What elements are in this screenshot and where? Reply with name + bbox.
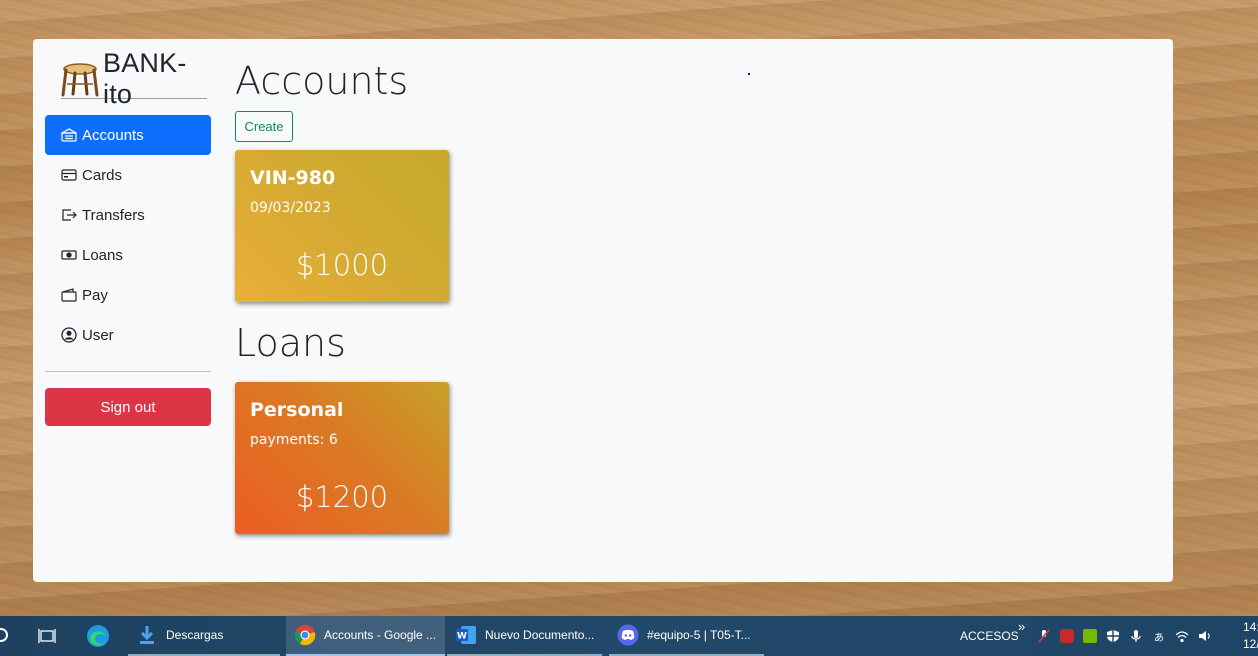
- taskbar-app-word[interactable]: W Nuevo Documento...: [447, 616, 602, 656]
- taskbar-app-label: Descargas: [166, 628, 224, 642]
- credit-card-icon: [60, 166, 78, 184]
- security-shield-icon[interactable]: [1106, 629, 1120, 643]
- system-tray: あ: [1037, 616, 1221, 656]
- sidebar-item-label: Pay: [82, 286, 108, 304]
- sidebar-item-label: User: [82, 326, 114, 344]
- word-icon: W: [455, 624, 477, 646]
- loan-name: Personal: [250, 399, 344, 421]
- language-icon[interactable]: あ: [1152, 629, 1166, 644]
- taskbar-app-descargas[interactable]: Descargas: [128, 616, 280, 656]
- wifi-icon[interactable]: [1175, 629, 1189, 643]
- taskbar-app-discord[interactable]: #equipo-5 | T05-T...: [609, 616, 764, 656]
- sidebar-item-cards[interactable]: Cards: [45, 155, 211, 195]
- svg-text:W: W: [457, 632, 467, 642]
- discord-icon: [617, 624, 639, 646]
- chrome-icon: [294, 624, 316, 646]
- bank-icon: [60, 126, 78, 144]
- taskbar-app-label: #equipo-5 | T05-T...: [647, 628, 751, 642]
- brand-name: BANK-ito: [103, 47, 187, 109]
- sidebar-divider: [45, 371, 211, 372]
- clock-time: 14:: [1243, 620, 1258, 634]
- sidebar-item-label: Transfers: [82, 206, 145, 224]
- wallet-icon: [60, 286, 78, 304]
- sign-out-button[interactable]: Sign out: [45, 388, 211, 426]
- loan-amount: $1200: [295, 480, 389, 514]
- accounts-heading: Accounts: [235, 59, 409, 103]
- toolbar-expand-chevron[interactable]: »: [1018, 619, 1025, 634]
- account-date: 09/03/2023: [250, 200, 331, 216]
- account-balance: $1000: [295, 248, 389, 282]
- browser-page: BANK-ito Accounts Cards Transfers Loans …: [33, 39, 1173, 582]
- search-icon[interactable]: [0, 628, 8, 642]
- accesos-toolbar-label[interactable]: ACCESOS: [960, 629, 1019, 643]
- stool-icon: [61, 60, 99, 98]
- taskbar-clock[interactable]: 14: 12/3/: [1243, 619, 1258, 653]
- account-card[interactable]: VIN-980 09/03/2023 $1000: [235, 150, 449, 302]
- transfer-icon: [60, 206, 78, 224]
- account-number: VIN-980: [250, 167, 336, 189]
- volume-icon[interactable]: [1198, 629, 1212, 643]
- loans-heading: Loans: [235, 321, 346, 365]
- loan-payments: payments: 6: [250, 432, 338, 448]
- sidebar-item-loans[interactable]: Loans: [45, 235, 211, 275]
- download-folder-icon: [136, 624, 158, 646]
- sidebar-item-accounts[interactable]: Accounts: [45, 115, 211, 155]
- sidebar-item-label: Cards: [82, 166, 123, 184]
- nvidia-icon[interactable]: [1083, 629, 1097, 643]
- cash-icon: [60, 246, 78, 264]
- sidebar-item-label: Accounts: [82, 126, 144, 144]
- sidebar-nav: Accounts Cards Transfers Loans Pay User: [45, 115, 211, 355]
- stray-dot: [748, 73, 750, 75]
- sidebar-item-label: Loans: [82, 246, 123, 264]
- sidebar-item-transfers[interactable]: Transfers: [45, 195, 211, 235]
- brand[interactable]: BANK-ito: [61, 48, 207, 109]
- edge-icon[interactable]: [86, 624, 110, 651]
- antivirus-icon[interactable]: [1060, 629, 1074, 643]
- taskbar-app-label: Accounts - Google ...: [324, 628, 437, 642]
- loan-card[interactable]: Personal payments: 6 $1200: [235, 382, 449, 534]
- taskbar-app-chrome[interactable]: Accounts - Google ...: [286, 616, 445, 656]
- create-account-button[interactable]: Create: [235, 111, 293, 142]
- sidebar-item-user[interactable]: User: [45, 315, 211, 355]
- clock-date: 12/3/: [1243, 637, 1258, 651]
- taskbar: Descargas Accounts - Google ... W Nuevo …: [0, 616, 1258, 656]
- taskbar-app-label: Nuevo Documento...: [485, 628, 595, 642]
- microphone-icon[interactable]: [1129, 629, 1143, 643]
- sidebar-item-pay[interactable]: Pay: [45, 275, 211, 315]
- microphone-muted-icon[interactable]: [1037, 629, 1051, 643]
- task-view-icon[interactable]: [38, 628, 56, 647]
- user-circle-icon: [60, 326, 78, 344]
